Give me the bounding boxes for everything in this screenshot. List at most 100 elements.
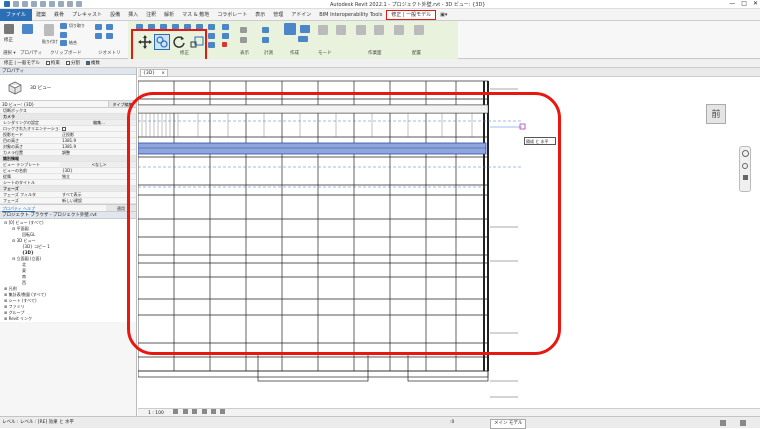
panel-label-workplane: 作業面 [368,51,382,56]
edit-family-icon[interactable] [336,25,346,35]
multiple-checkbox[interactable]: 複数 [85,60,100,66]
view-hide-icon[interactable] [240,27,247,33]
geometry-cut-icon[interactable] [95,24,102,30]
panel-label-create: 作成 [290,51,299,56]
separate-checkbox[interactable]: 分割 [65,60,80,66]
cut-icon[interactable] [60,23,67,29]
visual-style-icon[interactable] [182,409,188,414]
type-selector[interactable]: 3D ビュー [0,75,136,101]
temporary-hide-icon[interactable] [220,409,226,414]
scale-tool-icon[interactable] [190,35,204,49]
tab-systems[interactable]: 設備 [106,11,124,18]
scale-icon[interactable] [208,33,215,39]
paste-icon[interactable] [44,24,54,36]
measure-tool-icon[interactable] [262,27,269,33]
panel-label-properties: プロパティ [20,51,43,56]
text-icon[interactable] [67,1,73,7]
options-context-label: 修正 | 一般モデル [4,61,40,66]
tab-modify-generic-model[interactable]: 修正 | 一般モデル [386,9,437,20]
instance-filter[interactable]: 3D ビュー: {3D} [0,101,108,107]
move-tool-icon[interactable] [138,35,152,49]
modify-icon[interactable] [4,24,14,34]
geometry-split-icon[interactable] [106,33,113,39]
trim-extend-icon[interactable] [222,24,229,30]
selection-filter-icon[interactable] [720,420,726,426]
delete-icon[interactable] [222,42,227,47]
visibility-settings-icon[interactable] [356,25,366,35]
array-icon[interactable] [208,24,215,30]
minimize-button[interactable]: — [729,0,735,7]
view-override-icon[interactable] [240,37,247,43]
copy-tool-icon[interactable] [154,34,170,50]
unpin-icon[interactable] [222,33,229,39]
panel-label-view: 表示 [240,51,249,56]
tab-steel[interactable]: 鉄骨 [50,11,68,18]
view-tab-3d[interactable]: {3D} × [140,69,168,77]
steering-wheel-icon[interactable] [741,150,749,157]
save-icon[interactable] [22,1,28,7]
crop-view-icon[interactable] [211,409,217,414]
revit-logo-icon[interactable] [4,1,10,7]
properties-header: プロパティ [0,68,136,75]
title-bar: Autodesk Revit 2022.1 - プロジェクト外壁.rvt - 3… [0,0,760,9]
geometry-join-icon[interactable] [106,24,113,30]
3d-view-icon[interactable] [76,1,82,7]
zoom-icon[interactable] [742,163,748,169]
edit-workplane-icon[interactable] [374,25,384,35]
zoom-dropdown-icon[interactable] [742,175,748,180]
geometry-paint-icon[interactable] [95,33,102,39]
rotate-tool-icon[interactable] [172,35,186,49]
panel-label-select[interactable]: 選択 ▾ [3,50,16,56]
tab-insert[interactable]: 挿入 [124,11,142,18]
shadows-icon[interactable] [201,409,207,414]
tab-bim-interoperability[interactable]: BIM Interoperability Tools [315,12,386,18]
3d-view-type-icon [8,81,22,95]
tab-annotate[interactable]: 注釈 [142,11,160,18]
tab-addins[interactable]: アドイン [287,11,315,18]
properties-help-link[interactable]: プロパティ ヘルプ [0,205,106,211]
tab-file[interactable]: ファイル [0,8,33,21]
filter-count-icon[interactable] [740,420,746,426]
create-group-icon[interactable] [300,25,310,33]
properties-grid: 切断ボックス カメラ レンダリングの設定 編集... ロックされたオリエンテーショ… [0,108,136,204]
window-title: Autodesk Revit 2022.1 - プロジェクト外壁.rvt - 3… [330,2,486,8]
measure-icon[interactable] [58,1,64,7]
undo-icon[interactable] [31,1,37,7]
tab-manage[interactable]: 管理 [269,11,287,18]
properties-icon[interactable] [22,24,33,34]
panel-label-clipboard: クリップボード [50,51,82,56]
tab-analyze[interactable]: 解析 [160,11,178,18]
pin-icon[interactable] [208,42,215,48]
print-icon[interactable] [49,1,55,7]
tab-collaborate[interactable]: コラボレート [213,11,251,18]
placement-icon[interactable] [414,25,424,35]
pick-new-host-icon[interactable] [394,25,404,35]
edit-in-place-icon[interactable] [318,25,328,35]
dimension-icon[interactable] [262,37,269,43]
create-parts-icon[interactable] [284,23,296,35]
tree-item[interactable]: ⊞ Revit リンク [0,316,136,322]
open-icon[interactable] [13,1,19,7]
tab-overflow-icon[interactable]: ▣▾ [436,12,451,18]
ribbon-tabs: ファイル 建築 鉄骨 プレキャスト 設備 挿入 注釈 解析 マス & 敷地 コラ… [0,8,760,21]
viewcube[interactable]: 前 [706,104,726,124]
sun-path-icon[interactable] [192,409,198,414]
detail-level-icon[interactable] [173,409,179,414]
view-tab-close-icon[interactable]: × [161,70,165,77]
constrain-checkbox[interactable]: 拘束 [45,60,60,66]
tab-view[interactable]: 表示 [251,11,269,18]
cut-label: 切り取り [69,23,85,28]
create-assembly-icon[interactable] [298,36,308,42]
status-bar: レベル : レベル : [RE] 効果 と 水平 :0 メイン モデル [0,416,760,429]
redo-icon[interactable] [40,1,46,7]
tab-precast[interactable]: プレキャスト [68,11,106,18]
close-button[interactable]: ✕ [753,0,758,7]
join-icon[interactable] [60,40,67,46]
panel-label-geometry: ジオメトリ [98,51,121,56]
maximize-button[interactable]: □ [741,0,747,7]
copy-icon[interactable] [60,32,67,38]
tab-architecture[interactable]: 建築 [32,11,50,18]
tab-massing-site[interactable]: マス & 敷地 [178,11,213,18]
join-label: 結合 [69,40,77,45]
options-bar: 修正 | 一般モデル 拘束 分割 複数 [0,59,760,68]
